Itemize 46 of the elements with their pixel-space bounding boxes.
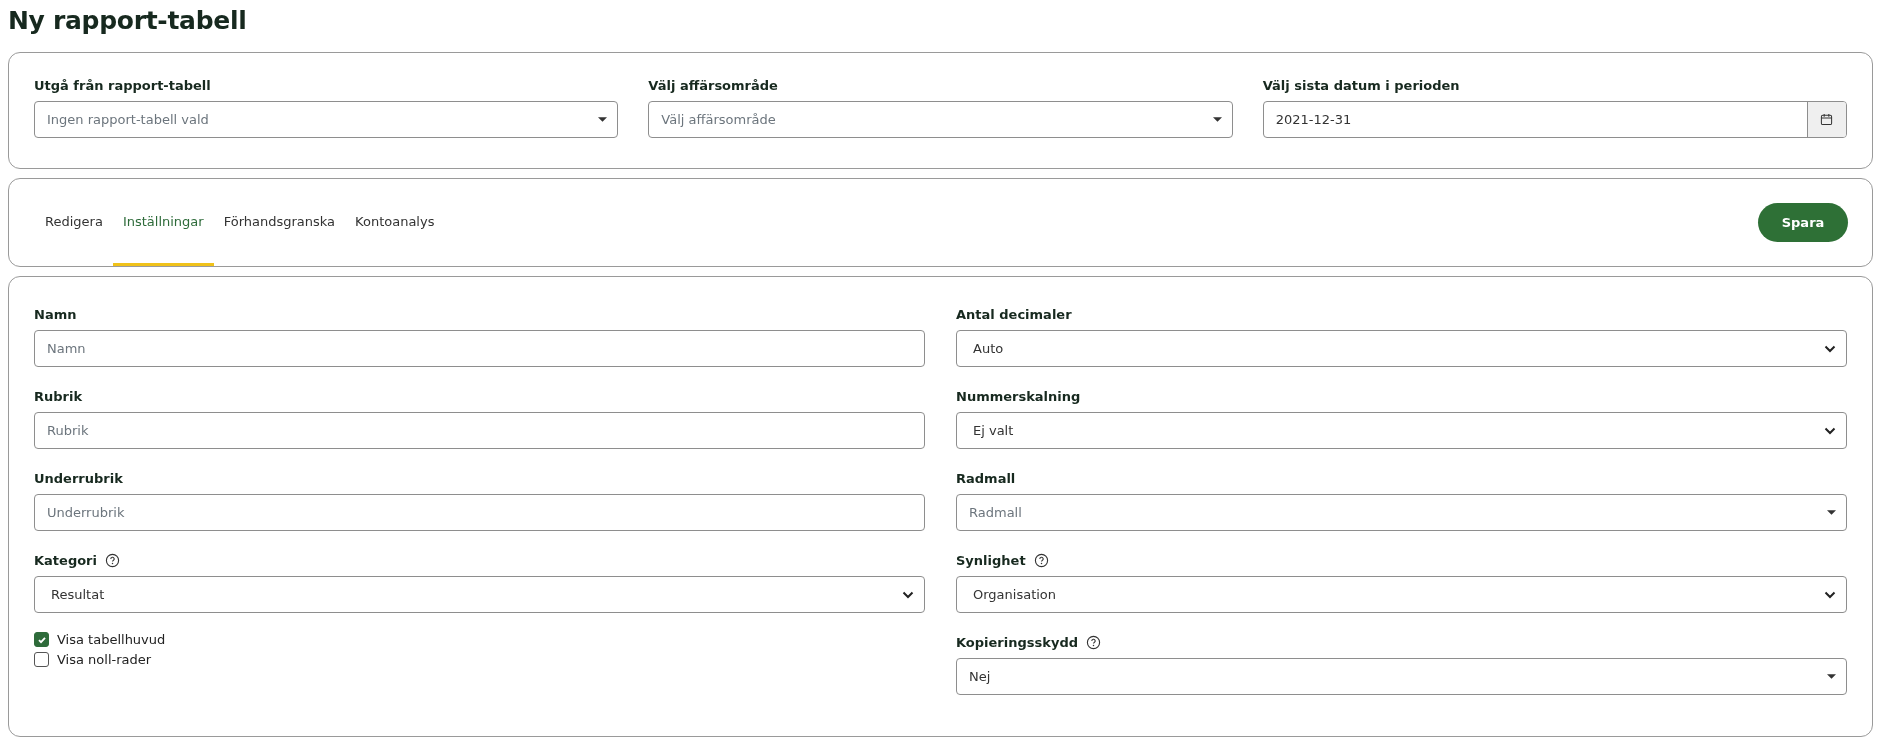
field-label: Rubrik xyxy=(34,388,83,404)
field-label: Välj affärsområde xyxy=(648,77,778,93)
calendar-icon[interactable] xyxy=(1820,113,1834,126)
tab[interactable]: Inställningar xyxy=(112,205,214,266)
dropdown-field[interactable]: Nej xyxy=(956,658,1847,695)
select-field[interactable]: Resultat xyxy=(34,576,925,613)
save-button[interactable]: Spara xyxy=(1758,203,1848,242)
checkbox-label: Visa tabellhuvud xyxy=(57,632,166,647)
field-label: Synlighet xyxy=(956,552,1026,568)
chevron-icon xyxy=(902,590,914,599)
select-field[interactable]: Ej valt xyxy=(956,412,1847,449)
caret-icon xyxy=(1827,510,1836,515)
help-icon[interactable] xyxy=(1033,552,1049,568)
help-icon[interactable] xyxy=(1086,634,1101,650)
field-label: Nummerskalning xyxy=(956,388,1081,404)
caret-icon xyxy=(1827,674,1836,679)
caret-icon xyxy=(1212,117,1222,122)
caret-icon xyxy=(598,117,608,122)
tab[interactable]: Kontoanalys xyxy=(345,205,445,266)
tab[interactable]: Redigera xyxy=(35,205,113,266)
page-title: Ny rapport-tabell xyxy=(8,5,248,37)
checkbox[interactable] xyxy=(34,632,49,647)
checkbox[interactable] xyxy=(34,652,49,667)
field-label: Radmall xyxy=(956,470,1016,486)
field-label: Antal decimaler xyxy=(956,306,1072,322)
checkbox-label: Visa noll-rader xyxy=(57,652,152,667)
field-label: Underrubrik xyxy=(34,470,123,486)
tab[interactable]: Förhandsgranska xyxy=(213,205,346,266)
field-label: Namn xyxy=(34,306,77,322)
dropdown-field[interactable]: Välj affärsområde xyxy=(648,101,1233,138)
text-field[interactable]: Namn xyxy=(34,330,925,367)
select-field[interactable]: Auto xyxy=(956,330,1847,367)
text-field[interactable]: Rubrik xyxy=(34,412,925,449)
field-label: Kategori xyxy=(34,552,97,568)
field-label: Välj sista datum i perioden xyxy=(1262,77,1460,93)
help-icon[interactable] xyxy=(105,552,120,568)
date-field[interactable]: 2021-12-31 xyxy=(1262,101,1847,138)
dropdown-field[interactable]: Radmall xyxy=(956,494,1847,531)
field-label: Utgå från rapport-tabell xyxy=(34,77,211,93)
text-field[interactable]: Underrubrik xyxy=(34,494,925,531)
field-label: Kopieringsskydd xyxy=(956,634,1078,650)
dropdown-field[interactable]: Ingen rapport-tabell vald xyxy=(34,101,619,138)
chevron-icon xyxy=(1824,344,1836,353)
chevron-icon xyxy=(1824,590,1836,599)
chevron-icon xyxy=(1824,426,1836,435)
select-field[interactable]: Organisation xyxy=(956,576,1847,613)
